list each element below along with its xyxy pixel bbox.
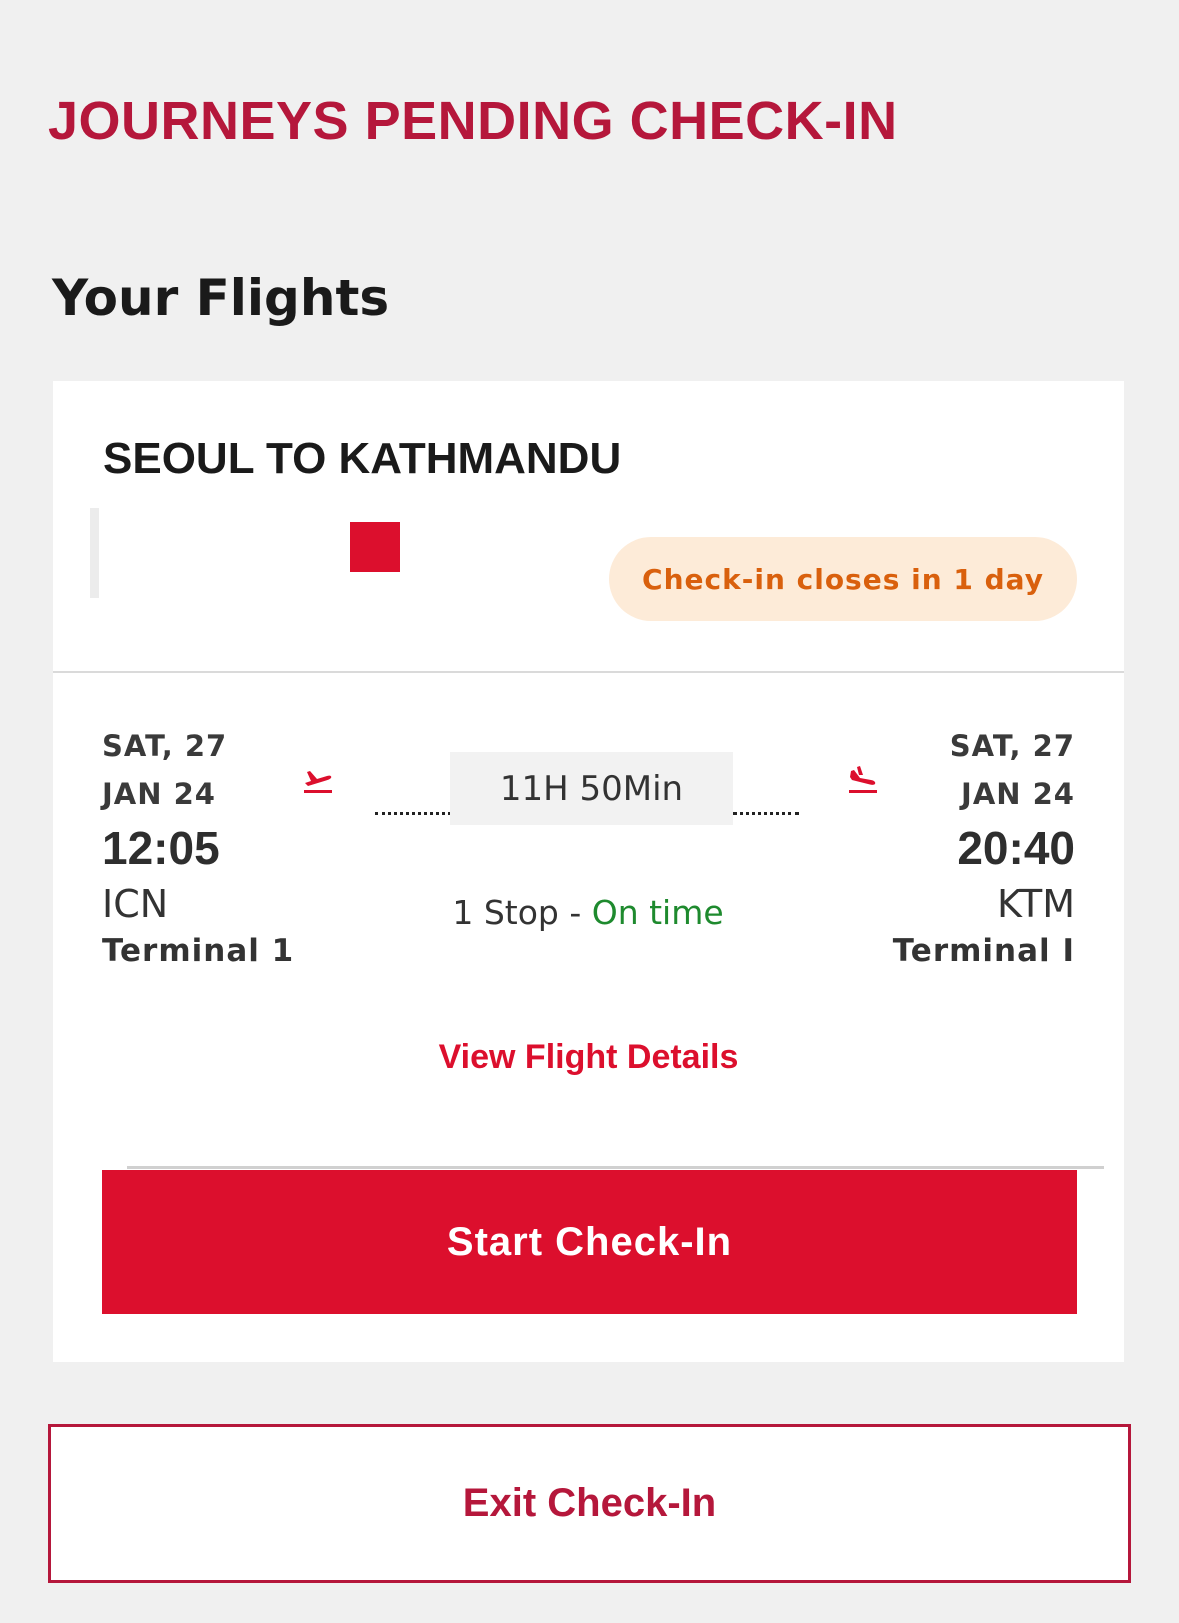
flight-card: SEOUL TO KATHMANDU Check-in closes in 1 … [53,381,1124,1362]
start-checkin-button[interactable]: Start Check-In [102,1170,1077,1314]
flight-duration: 11H 50Min [450,752,733,825]
arrival-date-month: JAN 24 [961,777,1075,811]
card-divider [53,671,1124,673]
route-title: SEOUL TO KATHMANDU [103,434,622,483]
flight-status: On time [591,893,724,932]
checkin-deadline-badge: Check-in closes in 1 day [609,537,1077,621]
stops-status: 1 Stop - On time [388,891,788,935]
departure-date: SAT, 27 JAN 24 [102,722,332,818]
page-title: JOURNEYS PENDING CHECK-IN [48,91,898,151]
section-title: Your Flights [52,269,390,327]
route-line-right [733,812,799,815]
airline-logo-divider [90,508,99,598]
arrival-date-day: SAT, 27 [949,729,1075,763]
check-in-page: JOURNEYS PENDING CHECK-IN Your Flights S… [0,0,1179,1623]
departure-terminal: Terminal 1 [102,933,295,969]
stops-count: 1 Stop - [452,893,592,932]
arrival-airport: KTM [997,882,1075,926]
departure-time: 12:05 [102,822,220,874]
departure-date-month: JAN 24 [102,777,216,811]
route-line-left [375,812,451,815]
arrival-terminal: Terminal I [892,933,1075,969]
arrival-time: 20:40 [957,822,1075,874]
exit-checkin-button[interactable]: Exit Check-In [48,1424,1131,1583]
arrival-date: SAT, 27 JAN 24 [845,722,1075,818]
airline-logo [350,522,400,572]
button-top-line [127,1166,1104,1169]
plane-takeoff-icon [304,771,332,793]
view-flight-details-link[interactable]: View Flight Details [53,1035,1124,1079]
departure-date-day: SAT, 27 [102,729,228,763]
departure-airport: ICN [102,882,169,926]
